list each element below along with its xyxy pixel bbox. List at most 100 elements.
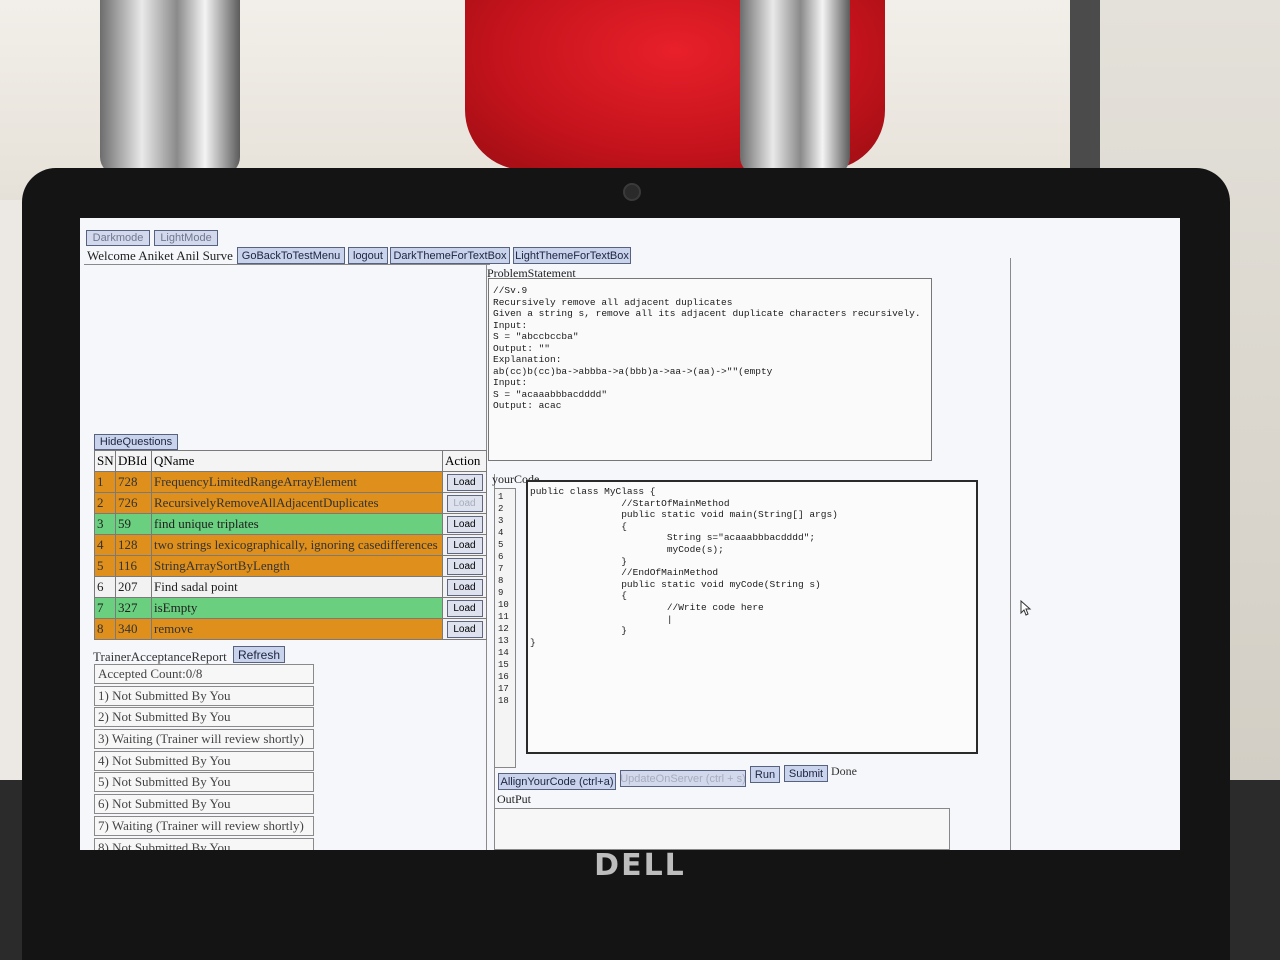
load-button[interactable]: Load: [446, 495, 483, 512]
question-row-5[interactable]: 5 116 StringArraySortByLength Load: [94, 555, 487, 577]
line-number: 17: [498, 684, 509, 694]
light-theme-textbox-button[interactable]: LightThemeForTextBox: [513, 247, 631, 264]
code-line: }: [530, 625, 627, 637]
question-dbid: 327: [115, 597, 152, 619]
problem-line: Recursively remove all adjacent duplicat…: [493, 296, 733, 308]
line-number: 8: [498, 576, 504, 586]
load-button[interactable]: Load: [446, 600, 483, 617]
problem-line: S = "acaaabbbacdddd": [493, 388, 608, 400]
question-dbid: 728: [115, 471, 152, 493]
question-sn: 5: [94, 555, 116, 577]
line-number: 5: [498, 540, 504, 550]
question-name: RecursivelyRemoveAllAdjacentDuplicates: [151, 492, 443, 514]
load-button[interactable]: Load: [446, 558, 483, 575]
load-button[interactable]: Load: [446, 579, 483, 596]
question-dbid: 340: [115, 618, 152, 640]
question-name: find unique triplates: [151, 513, 443, 535]
code-line: }: [530, 636, 536, 648]
line-number: 9: [498, 588, 504, 598]
question-dbid: 59: [115, 513, 152, 535]
problem-line: Output: "": [493, 342, 551, 354]
line-number: 1: [498, 492, 504, 502]
go-back-to-test-menu-button[interactable]: GoBackToTestMenu: [237, 247, 345, 264]
code-line: //EndOfMainMethod: [530, 567, 719, 579]
question-sn: 8: [94, 618, 116, 640]
line-number-gutter: 1 2 3 4 5 6 7 8 9 10 11 12 13 14 15 16 1…: [494, 488, 516, 768]
status-text: Done: [831, 764, 857, 778]
question-row-6[interactable]: 6 207 Find sadal point Load: [94, 576, 487, 598]
line-number: 3: [498, 516, 504, 526]
load-button[interactable]: Load: [446, 474, 483, 491]
question-row-4[interactable]: 4 128 two strings lexicographically, ign…: [94, 534, 487, 556]
run-button[interactable]: Run: [750, 766, 780, 783]
report-item: 1) Not Submitted By You: [94, 685, 314, 706]
load-button[interactable]: Load: [446, 516, 483, 533]
line-number: 2: [498, 504, 504, 514]
mouse-cursor-icon: [1020, 600, 1032, 616]
line-number: 14: [498, 648, 509, 658]
question-dbid: 726: [115, 492, 152, 514]
line-number: 11: [498, 612, 509, 622]
problem-statement-textarea[interactable]: //Sv.9 Recursively remove all adjacent d…: [488, 278, 932, 461]
question-sn: 3: [94, 513, 116, 535]
line-number: 7: [498, 564, 504, 574]
line-number: 10: [498, 600, 509, 610]
line-number: 16: [498, 672, 509, 682]
report-item: 8) Not Submitted By You: [94, 837, 314, 850]
question-dbid: 207: [115, 576, 152, 598]
submit-button[interactable]: Submit: [784, 765, 828, 782]
code-line: {: [530, 590, 627, 602]
question-row-1[interactable]: 1 728 FrequencyLimitedRangeArrayElement …: [94, 471, 487, 493]
left-panel-border: [84, 264, 490, 265]
window-frame: [1070, 0, 1100, 180]
problem-line: S = "abccbccba": [493, 331, 579, 342]
logout-button[interactable]: logout: [348, 247, 388, 264]
question-sn: 6: [94, 576, 116, 598]
question-name: two strings lexicographically, ignoring …: [151, 534, 443, 556]
line-number: 18: [498, 696, 509, 706]
code-editor[interactable]: public class MyClass { //StartOfMainMeth…: [526, 480, 978, 754]
lightmode-button[interactable]: LightMode: [154, 230, 218, 246]
question-sn: 1: [94, 471, 116, 493]
question-row-2[interactable]: 2 726 RecursivelyRemoveAllAdjacentDuplic…: [94, 492, 487, 514]
question-name: StringArraySortByLength: [151, 555, 443, 577]
load-button[interactable]: Load: [446, 621, 483, 638]
code-line: {: [530, 520, 627, 532]
report-item: 7) Waiting (Trainer will review shortly): [94, 815, 314, 836]
accepted-count: Accepted Count:0/8: [94, 664, 314, 684]
question-sn: 7: [94, 597, 116, 619]
darkmode-button[interactable]: Darkmode: [86, 230, 150, 246]
problem-line: Given a string s, remove all its adjacen…: [493, 308, 921, 319]
align-code-button[interactable]: AllignYourCode (ctrl+a): [498, 773, 616, 790]
right-panel-border: [1010, 258, 1011, 850]
question-row-3[interactable]: 3 59 find unique triplates Load: [94, 513, 487, 535]
report-item: 4) Not Submitted By You: [94, 750, 314, 771]
hide-questions-button[interactable]: HideQuestions: [94, 434, 178, 450]
problem-line: Explanation:: [493, 354, 562, 365]
load-button[interactable]: Load: [446, 537, 483, 554]
questions-table: SN DBId QName Action 1 728 FrequencyLimi…: [94, 450, 487, 640]
line-number: 13: [498, 636, 509, 646]
update-on-server-button[interactable]: UpdateOnServer (ctrl + s): [620, 770, 746, 787]
acceptance-report-list: Accepted Count:0/8 1) Not Submitted By Y…: [94, 664, 314, 850]
question-row-7[interactable]: 7 327 isEmpty Load: [94, 597, 487, 619]
output-label: OutPut: [497, 792, 532, 806]
screen: Darkmode LightMode Welcome Aniket Anil S…: [80, 218, 1180, 850]
question-name: FrequencyLimitedRangeArrayElement: [151, 471, 443, 493]
report-title: TrainerAcceptanceReport: [93, 649, 227, 664]
webcam-icon: [623, 183, 641, 201]
problem-line: Input:: [493, 377, 528, 388]
code-line: //Write code here: [530, 601, 764, 613]
question-sn: 2: [94, 492, 116, 514]
refresh-button[interactable]: Refresh: [233, 646, 285, 663]
problem-line: //Sv.9: [493, 285, 528, 296]
dark-theme-textbox-button[interactable]: DarkThemeForTextBox: [390, 247, 510, 264]
line-number: 4: [498, 528, 504, 538]
output-textarea[interactable]: [494, 808, 950, 850]
column-header-qname: QName: [151, 450, 443, 472]
question-name: remove: [151, 618, 443, 640]
report-item: 2) Not Submitted By You: [94, 707, 314, 728]
code-line: public static void myCode(String s): [530, 578, 821, 590]
question-row-8[interactable]: 8 340 remove Load: [94, 618, 487, 640]
line-number: 15: [498, 660, 509, 670]
